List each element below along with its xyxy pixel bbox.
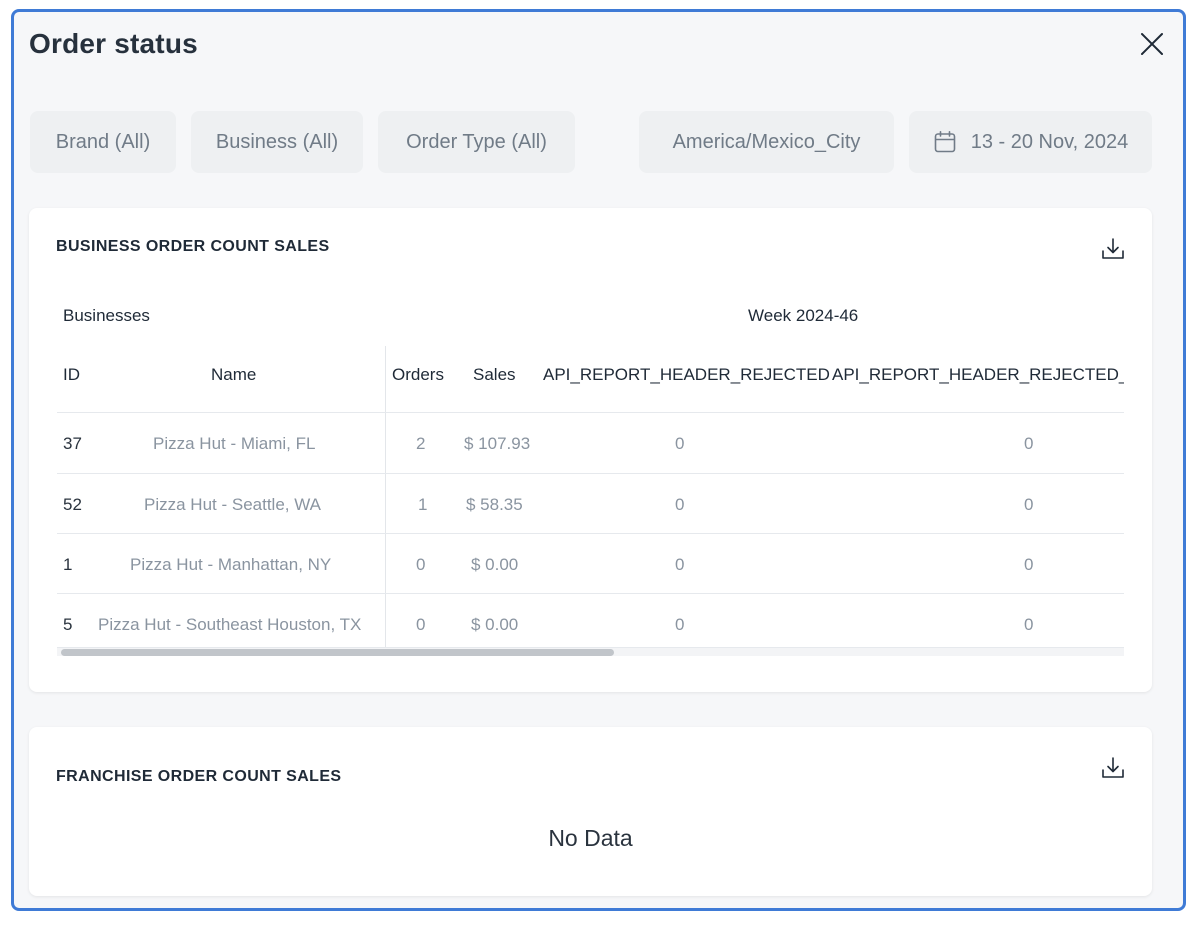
empty-state-text: No Data [548,825,633,851]
brand-filter[interactable]: Brand (All) [30,111,176,173]
franchise-order-count-card: FRANCHISE ORDER COUNT SALES No Data [29,727,1152,896]
order-type-filter[interactable]: Order Type (All) [378,111,575,173]
cell-orders: 0 [416,615,426,634]
group-header-businesses: Businesses [63,306,150,325]
column-header-orders[interactable]: Orders [392,365,444,385]
franchise-download-button[interactable] [1100,755,1126,781]
business-filter-label: Business (All) [215,130,339,153]
calendar-icon [934,130,956,153]
date-range-label: 13 - 20 Nov, 2024 [970,130,1129,153]
cell-id: 37 [63,434,82,453]
row-divider [57,533,1124,534]
cell-rejected: 0 [675,615,685,634]
close-button[interactable] [1136,28,1168,60]
download-icon [1102,757,1124,778]
cell-name: Pizza Hut - Miami, FL [153,434,316,453]
business-table: Businesses Week 2024-46 ID Name Orders S… [57,292,1124,664]
cell-rejected: 0 [675,495,685,514]
date-range-picker[interactable]: 13 - 20 Nov, 2024 [909,111,1152,173]
business-download-button[interactable] [1100,236,1126,262]
timezone-select[interactable]: America/Mexico_City [639,111,894,173]
column-divider [385,346,386,649]
row-divider [57,412,1124,413]
cell-orders: 0 [416,555,426,574]
cell-name: Pizza Hut - Seattle, WA [144,495,321,514]
cell-sales: $ 0.00 [471,555,519,574]
column-header-rejected[interactable]: API_REPORT_HEADER_REJECTED [543,365,830,385]
timezone-label: America/Mexico_City [672,130,861,153]
group-header-week: Week 2024-46 [748,306,859,325]
brand-filter-label: Brand (All) [55,130,151,153]
cell-id: 5 [63,615,73,634]
column-header-sales[interactable]: Sales [473,365,516,385]
cell-rejected-2: 0 [1024,615,1034,634]
business-filter[interactable]: Business (All) [191,111,363,173]
cell-rejected-2: 0 [1024,555,1034,574]
cell-name: Pizza Hut - Southeast Houston, TX [98,615,362,634]
row-divider [57,593,1124,594]
business-card-title: BUSINESS ORDER COUNT SALES [56,238,330,255]
cell-orders: 2 [416,434,426,453]
cell-rejected-2: 0 [1024,495,1034,514]
cell-sales: $ 58.35 [466,495,523,514]
column-header-name[interactable]: Name [211,365,256,385]
cell-orders: 1 [418,495,428,514]
modal-title: Order status [29,28,198,59]
cell-rejected: 0 [675,555,685,574]
cell-sales: $ 0.00 [471,615,519,634]
order-status-modal: Order status Brand (All) Business (All) … [11,9,1186,911]
download-icon [1102,238,1124,259]
cell-sales: $ 107.93 [464,434,531,453]
business-order-count-card: BUSINESS ORDER COUNT SALES Businesses We… [29,208,1152,692]
column-header-id[interactable]: ID [63,365,80,385]
horizontal-scrollbar[interactable] [57,647,1124,656]
close-icon [1141,33,1163,55]
cell-rejected-2: 0 [1024,434,1034,453]
cell-id: 52 [63,495,82,514]
scrollbar-thumb[interactable] [61,649,614,656]
cell-id: 1 [63,555,73,574]
order-type-filter-label: Order Type (All) [406,130,547,153]
cell-rejected: 0 [675,434,685,453]
row-divider [57,473,1124,474]
franchise-card-title: FRANCHISE ORDER COUNT SALES [56,768,342,785]
column-header-rejected-2[interactable]: API_REPORT_HEADER_REJECTED_I [832,365,1124,385]
cell-name: Pizza Hut - Manhattan, NY [130,555,332,574]
